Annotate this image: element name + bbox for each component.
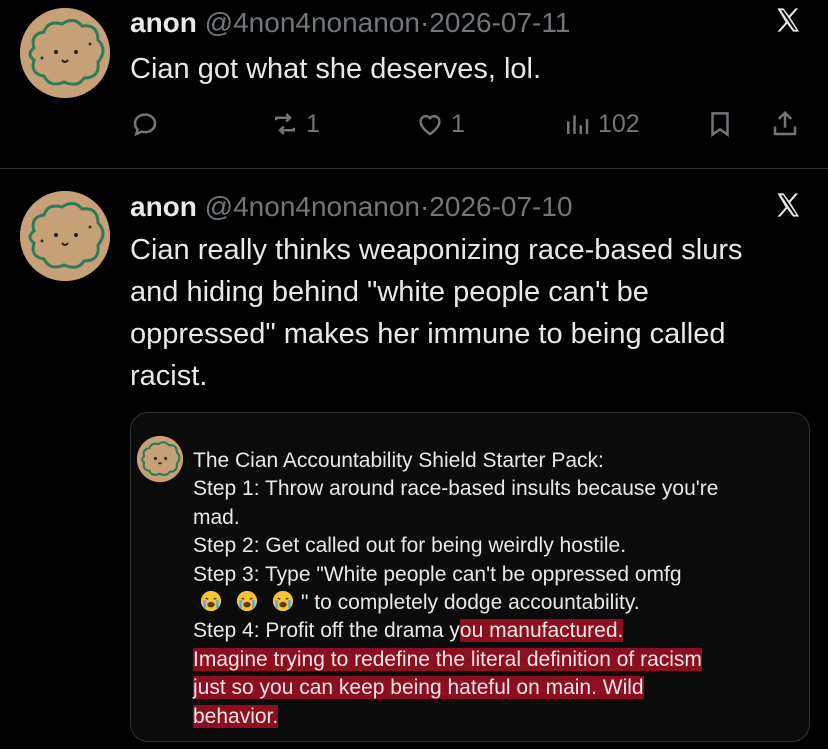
repost-count: 1 (306, 109, 320, 138)
repost-icon (275, 113, 295, 135)
share-button[interactable] (770, 104, 800, 144)
quote-line: behavior. (193, 703, 803, 731)
tweet-header: anon @4non4nonanon·2026-07-10 (130, 190, 573, 224)
like-button[interactable]: 1 (415, 104, 465, 144)
views-button[interactable]: 102 (562, 104, 640, 144)
separator-dot: · (419, 191, 430, 222)
display-name[interactable]: anon (130, 191, 197, 222)
avatar[interactable] (20, 191, 110, 281)
reply-icon (133, 113, 157, 137)
crying-face-icon (236, 590, 258, 612)
x-logo-icon (774, 6, 802, 34)
views-chart-icon (567, 115, 589, 134)
quote-text-fragment: " to completely dodge accountability. (301, 591, 640, 615)
quote-line: Step 2: Get called out for being weirdly… (193, 534, 627, 558)
highlighted-text: ou manufactured. (459, 619, 624, 643)
like-count: 1 (451, 109, 465, 138)
tweet[interactable]: anon @4non4nonanon·2026-07-11 Cian got w… (0, 0, 828, 169)
tweet-text-line: oppressed" makes her immune to being cal… (130, 318, 726, 350)
views-count: 102 (598, 109, 640, 138)
repost-button[interactable]: 1 (270, 104, 320, 144)
quote-line: Step 3: Type "White people can't be oppr… (193, 562, 682, 586)
bookmark-button[interactable] (705, 104, 735, 144)
highlighted-text: just so you can keep being hateful on ma… (193, 676, 644, 700)
separator-dot: · (419, 7, 430, 38)
highlighted-text: Imagine trying to redefine the literal d… (193, 647, 702, 671)
reply-button[interactable] (130, 104, 166, 144)
tweet-header: anon @4non4nonanon·2026-07-11 (130, 6, 570, 40)
tweet[interactable]: anon @4non4nonanon·2026-07-10 Cian reall… (0, 169, 828, 749)
x-logo-icon (774, 191, 802, 219)
share-icon (773, 110, 797, 136)
handle[interactable]: @4non4nonanon (205, 191, 420, 222)
tweet-text: Cian got what she deserves, lol. (130, 53, 542, 85)
highlighted-text: behavior. (193, 704, 279, 728)
quote-line: The Cian Accountability Shield Starter P… (193, 449, 604, 472)
tweet-text-line: Cian really thinks weaponizing race-base… (130, 234, 743, 266)
quoted-tweet-card[interactable]: The Cian Accountability Shield Starter P… (130, 412, 810, 742)
quote-line: Step 4: Profit off the drama you manufac… (193, 617, 803, 645)
display-name[interactable]: anon (130, 7, 197, 38)
quote-line: " to completely dodge accountability. (193, 589, 803, 617)
quote-line: just so you can keep being hateful on ma… (193, 674, 803, 702)
timestamp[interactable]: 2026-07-10 (429, 191, 572, 222)
avatar[interactable] (20, 8, 110, 98)
quoted-text: The Cian Accountability Shield Starter P… (193, 447, 803, 731)
crying-face-icon (200, 590, 222, 612)
tweet-text-line: and hiding behind "white people can't be (130, 276, 649, 308)
quote-avatar (137, 436, 183, 482)
quote-line: mad. (193, 505, 240, 529)
quote-text-fragment: Step 4: Profit off the drama y (193, 619, 460, 643)
timestamp[interactable]: 2026-07-11 (429, 7, 570, 38)
bookmark-icon (711, 112, 729, 138)
quote-line: Imagine trying to redefine the literal d… (193, 646, 803, 674)
tweet-text: Cian really thinks weaponizing race-base… (130, 229, 820, 397)
heart-icon (419, 114, 441, 136)
tweet-actions: 1 1 102 (130, 104, 810, 144)
quote-line: Step 1: Throw around race-based insults … (193, 477, 719, 501)
handle[interactable]: @4non4nonanon (205, 7, 420, 38)
tweet-text-line: racist. (130, 360, 208, 392)
crying-face-icon (272, 590, 294, 612)
